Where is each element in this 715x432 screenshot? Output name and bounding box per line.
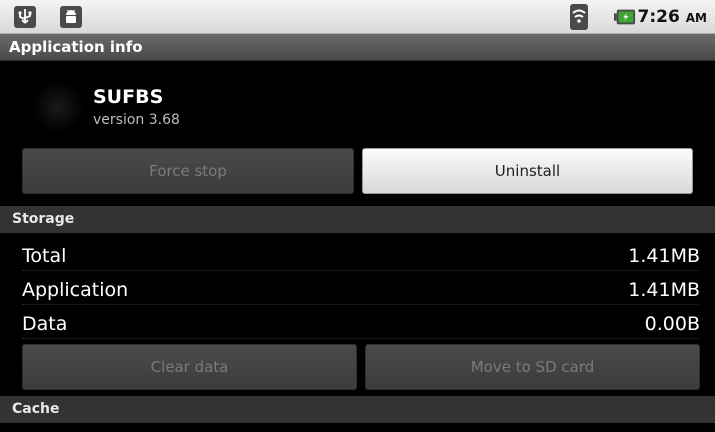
storage-row-data: Data 0.00B	[22, 309, 700, 339]
battery-icon	[614, 6, 636, 28]
move-to-sd-button[interactable]: Move to SD card	[365, 344, 700, 390]
wifi-icon	[568, 4, 590, 30]
storage-row-value: 1.41MB	[628, 279, 700, 301]
app-icon	[30, 79, 86, 135]
clear-data-button[interactable]: Clear data	[22, 344, 357, 390]
storage-header-label: Storage	[12, 211, 75, 227]
storage-row-label: Total	[22, 245, 67, 267]
storage-row-value: 0.00B	[644, 313, 700, 335]
cache-header-label: Cache	[12, 401, 60, 417]
android-icon	[60, 6, 82, 28]
usb-icon	[14, 6, 36, 28]
status-bar: 7:26 AM	[0, 0, 715, 34]
storage-row-application: Application 1.41MB	[22, 275, 700, 305]
status-clock: 7:26 AM	[638, 7, 707, 27]
storage-row-value: 1.41MB	[628, 245, 700, 267]
storage-section-header: Storage	[0, 206, 715, 233]
app-version: version 3.68	[93, 112, 180, 128]
app-name: SUFBS	[93, 86, 164, 108]
storage-row-label: Application	[22, 279, 129, 301]
title-bar: Application info	[0, 34, 715, 61]
storage-row-total: Total 1.41MB	[22, 241, 700, 271]
clock-ampm: AM	[685, 11, 707, 25]
clock-time: 7:26	[637, 7, 680, 27]
force-stop-button[interactable]: Force stop	[22, 148, 354, 194]
page-title: Application info	[9, 38, 143, 56]
cache-section-header: Cache	[0, 396, 715, 423]
storage-row-label: Data	[22, 313, 68, 335]
uninstall-button[interactable]: Uninstall	[362, 148, 693, 194]
